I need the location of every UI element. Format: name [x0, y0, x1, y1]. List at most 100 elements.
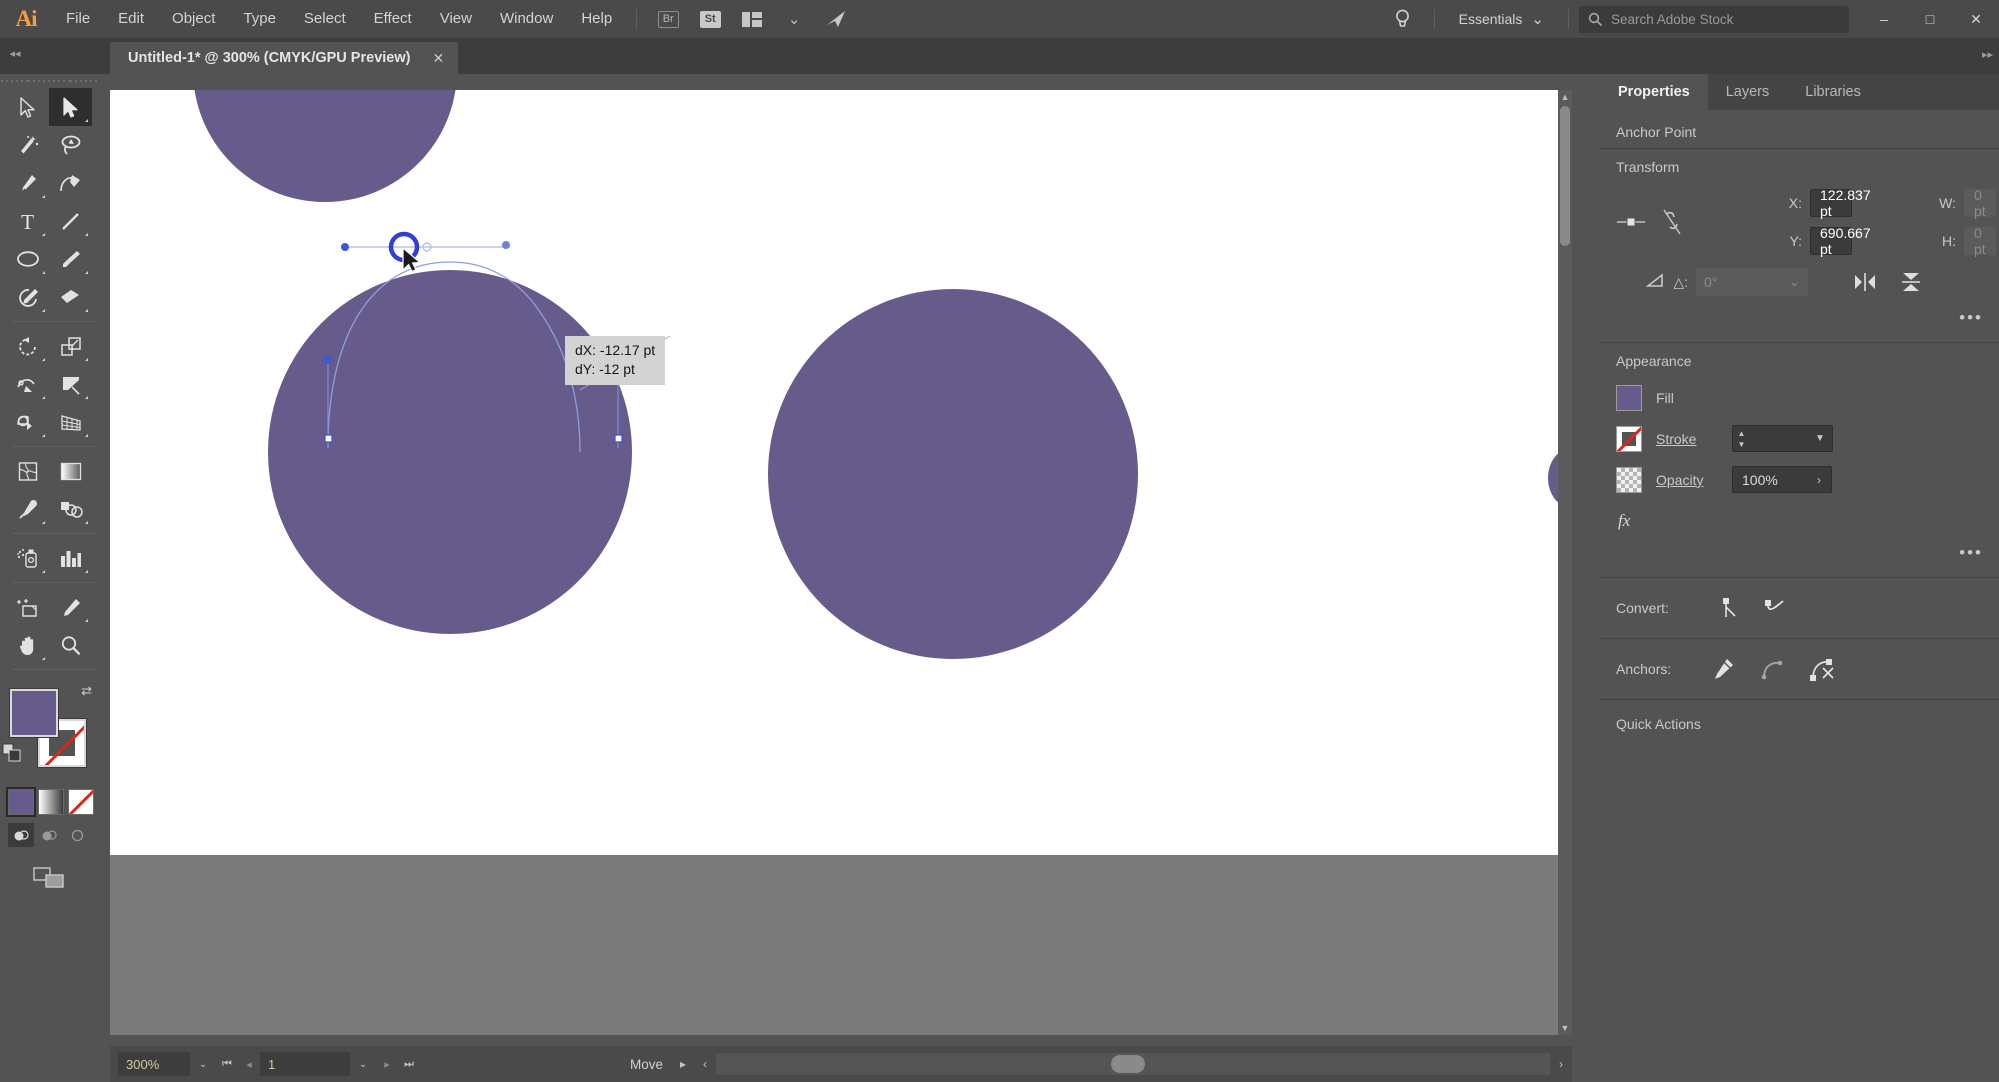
menu-file[interactable]: File [52, 0, 104, 38]
line-segment-tool[interactable] [49, 202, 92, 240]
draw-inside-button[interactable] [64, 823, 90, 847]
opacity-label[interactable]: Opacity [1656, 472, 1718, 488]
menu-edit[interactable]: Edit [104, 0, 158, 38]
transform-more-options[interactable]: ••• [1616, 308, 1983, 328]
zoom-level-field[interactable]: 300% [118, 1052, 190, 1076]
scroll-left-icon[interactable]: ‹ [694, 1057, 716, 1071]
change-screen-mode-button[interactable] [0, 865, 98, 891]
stroke-weight-stepper[interactable]: ▲ ▼ [1733, 429, 1750, 449]
convert-to-corner-button[interactable] [1712, 594, 1742, 622]
rotate-tool[interactable] [6, 327, 49, 365]
menu-view[interactable]: View [426, 0, 486, 38]
collapse-toolbar-icon[interactable]: ◂◂ [4, 44, 26, 64]
none-mode-button[interactable] [68, 789, 94, 815]
arrange-caret-icon[interactable]: ⌄ [779, 7, 809, 31]
ellipse-tool[interactable] [6, 240, 49, 278]
w-field[interactable]: 0 pt [1964, 189, 1996, 217]
menu-window[interactable]: Window [486, 0, 567, 38]
tab-libraries[interactable]: Libraries [1787, 74, 1879, 110]
chevron-right-icon[interactable]: › [1807, 473, 1831, 487]
stock-icon[interactable]: St [695, 7, 725, 31]
discover-icon[interactable] [821, 7, 851, 31]
blend-tool[interactable] [49, 490, 92, 528]
angle-field[interactable]: 0° ⌄ [1696, 268, 1808, 296]
horizontal-scrollbar[interactable]: ▸ ‹ › [672, 1053, 1572, 1075]
opacity-swatch[interactable] [1616, 467, 1642, 493]
horizontal-scroll-track[interactable] [716, 1053, 1550, 1075]
paintbrush-tool[interactable] [49, 240, 92, 278]
ellipse-selected[interactable] [268, 270, 632, 634]
slice-tool[interactable] [49, 588, 92, 626]
collapse-panels-icon[interactable]: ▸▸ [1982, 48, 1993, 61]
artboard-number-field[interactable]: 1 [260, 1052, 350, 1076]
direct-selection-tool[interactable] [49, 88, 92, 126]
shaper-tool[interactable] [6, 278, 49, 316]
lasso-tool[interactable] [49, 126, 92, 164]
selection-tool[interactable] [6, 88, 49, 126]
minimize-button[interactable]: – [1861, 0, 1907, 38]
maximize-button[interactable]: □ [1907, 0, 1953, 38]
color-mode-button[interactable] [8, 789, 34, 815]
previous-artboard-button[interactable]: ◂ [238, 1058, 260, 1071]
flip-vertical-icon[interactable] [1896, 268, 1926, 296]
zoom-tool[interactable] [49, 626, 92, 664]
stroke-weight-field[interactable]: ▲ ▼ ▼ [1732, 425, 1833, 452]
search-help-icon[interactable] [1388, 7, 1418, 31]
horizontal-scroll-thumb[interactable] [1111, 1055, 1145, 1073]
scroll-right-icon[interactable]: › [1550, 1057, 1572, 1071]
menu-select[interactable]: Select [290, 0, 360, 38]
gradient-tool[interactable] [49, 452, 92, 490]
close-button[interactable]: ✕ [1953, 0, 1999, 38]
reference-point-icon[interactable] [1616, 211, 1646, 233]
y-field[interactable]: 690.667 pt [1810, 227, 1852, 255]
chevron-down-icon[interactable]: ▼ [1808, 433, 1832, 444]
scroll-up-icon[interactable]: ▲ [1558, 90, 1572, 104]
tab-properties[interactable]: Properties [1600, 74, 1708, 110]
artboard-tool[interactable] [6, 588, 49, 626]
fx-button[interactable]: fx [1616, 507, 1983, 533]
width-tool[interactable] [6, 365, 49, 403]
document-tab[interactable]: Untitled-1* @ 300% (CMYK/GPU Preview) ✕ [110, 42, 458, 74]
menu-help[interactable]: Help [567, 0, 626, 38]
close-icon[interactable]: ✕ [432, 50, 444, 67]
menu-effect[interactable]: Effect [360, 0, 426, 38]
x-field[interactable]: 122.837 pt [1810, 189, 1852, 217]
free-transform-tool[interactable] [49, 365, 92, 403]
arrange-documents-icon[interactable] [737, 7, 767, 31]
draw-behind-button[interactable] [36, 823, 62, 847]
ellipse-right[interactable] [768, 289, 1138, 659]
default-fill-stroke-icon[interactable] [2, 743, 24, 770]
ellipse-top-left-partial[interactable] [193, 90, 457, 202]
vertical-scroll-thumb[interactable] [1560, 106, 1570, 246]
shape-builder-tool[interactable] [6, 403, 49, 441]
swap-fill-stroke-icon[interactable]: ⇄ [81, 683, 92, 699]
constrain-proportions-unlinked-icon[interactable] [1646, 208, 1698, 236]
chevron-down-icon[interactable]: ⌄ [1789, 274, 1800, 290]
gradient-mode-button[interactable] [38, 789, 64, 815]
connect-anchor-points-button[interactable] [1758, 655, 1788, 683]
menu-type[interactable]: Type [229, 0, 290, 38]
curvature-tool[interactable] [49, 164, 92, 202]
perspective-grid-tool[interactable] [49, 403, 92, 441]
menu-object[interactable]: Object [158, 0, 229, 38]
canvas-area[interactable]: dX: -12.17 pt dY: -12 pt ▲ ▼ [110, 90, 1572, 1035]
canvas-vertical-scrollbar[interactable]: ▲ ▼ [1558, 90, 1572, 1035]
symbol-sprayer-tool[interactable] [6, 539, 49, 577]
hand-tool[interactable] [6, 626, 49, 664]
appearance-more-options[interactable]: ••• [1616, 543, 1983, 563]
fill-color-swatch[interactable] [1616, 385, 1642, 411]
pen-tool[interactable] [6, 164, 49, 202]
magic-wand-tool[interactable] [6, 126, 49, 164]
convert-to-smooth-button[interactable] [1760, 594, 1790, 622]
stroke-weight-value[interactable] [1750, 426, 1808, 451]
eyedropper-tool[interactable] [6, 490, 49, 528]
next-artboard-button[interactable]: ▸ [376, 1058, 398, 1071]
fill-swatch[interactable] [10, 689, 58, 737]
last-artboard-button[interactable]: ⏭ [398, 1058, 420, 1071]
zoom-dropdown-icon[interactable]: ⌄ [190, 1059, 216, 1070]
first-artboard-button[interactable]: ⏮ [216, 1058, 238, 1071]
search-adobe-stock-input[interactable]: Search Adobe Stock [1579, 6, 1849, 33]
column-graph-tool[interactable] [49, 539, 92, 577]
artboard-dropdown-icon[interactable]: ⌄ [350, 1059, 376, 1070]
scroll-play-icon[interactable]: ▸ [672, 1057, 694, 1071]
